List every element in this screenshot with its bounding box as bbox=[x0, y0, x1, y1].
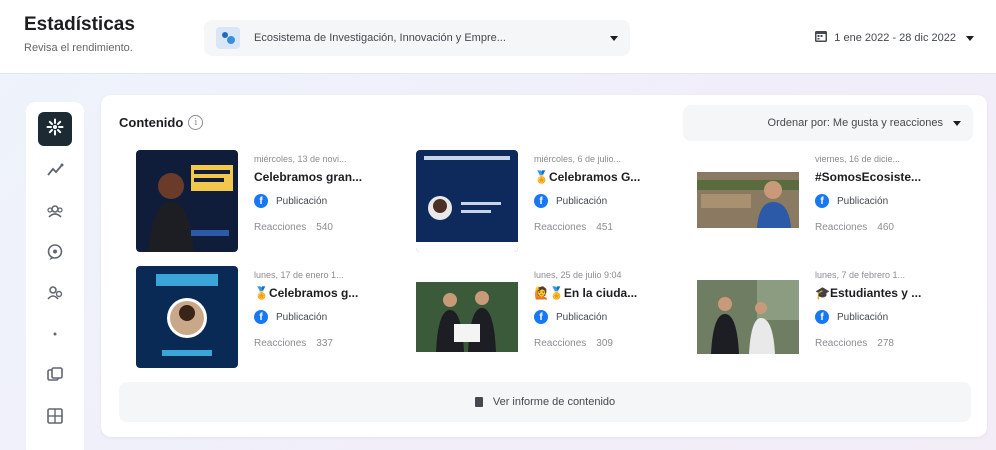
post-thumbnail bbox=[416, 266, 518, 368]
chevron-down-icon bbox=[966, 35, 974, 41]
post-title: 🏅Celebramos G... bbox=[534, 170, 641, 184]
facebook-icon: f bbox=[254, 310, 268, 324]
post-title: 🏅Celebramos g... bbox=[254, 286, 359, 300]
facebook-icon: f bbox=[534, 194, 548, 208]
sidebar-item-grid[interactable] bbox=[40, 403, 70, 433]
content-title-text: Contenido bbox=[119, 115, 184, 130]
post-thumbnail bbox=[136, 266, 238, 368]
post-type: f Publicación bbox=[534, 310, 607, 324]
post-date: lunes, 25 de julio 9:04 bbox=[534, 270, 622, 280]
page-subtitle: Revisa el rendimiento. bbox=[24, 42, 133, 54]
sidebar-item-content[interactable] bbox=[40, 362, 70, 392]
post-reactions: Reacciones 309 bbox=[534, 338, 613, 349]
view-content-report-button[interactable]: Ver informe de contenido bbox=[119, 382, 971, 422]
facebook-icon: f bbox=[815, 194, 829, 208]
account-selector[interactable]: Ecosistema de Investigación, Innovación … bbox=[204, 20, 630, 56]
page-title: Estadísticas bbox=[24, 14, 135, 35]
content-post[interactable]: viernes, 16 de dicie... #SomosEcosiste..… bbox=[697, 150, 957, 254]
content-card: Contenido i Ordenar por: Me gusta y reac… bbox=[101, 95, 987, 437]
chevron-down-icon bbox=[610, 35, 618, 41]
post-thumbnail bbox=[697, 150, 799, 252]
trend-icon bbox=[46, 161, 64, 184]
facebook-icon: f bbox=[815, 310, 829, 324]
grid-icon bbox=[46, 407, 64, 430]
post-title: 🎓Estudiantes y ... bbox=[815, 286, 922, 300]
content-post[interactable]: lunes, 7 de febrero 1... 🎓Estudiantes y … bbox=[697, 266, 957, 370]
account-avatar-icon bbox=[216, 27, 240, 49]
overview-icon bbox=[46, 118, 64, 141]
post-date: miércoles, 6 de julio... bbox=[534, 154, 622, 164]
facebook-icon: f bbox=[254, 194, 268, 208]
sidebar-item-more[interactable] bbox=[40, 321, 70, 351]
date-range-selector[interactable]: 1 ene 2022 - 28 dic 2022 bbox=[808, 20, 980, 56]
calendar-icon bbox=[814, 29, 828, 48]
sidebar-item-people[interactable] bbox=[40, 280, 70, 310]
sort-dropdown[interactable]: Ordenar por: Me gusta y reacciones bbox=[683, 105, 973, 141]
post-date: lunes, 17 de enero 1... bbox=[254, 270, 344, 280]
post-title: 🙋🏅En la ciuda... bbox=[534, 286, 638, 300]
post-reactions: Reacciones 451 bbox=[534, 222, 613, 233]
date-range-text: 1 ene 2022 - 28 dic 2022 bbox=[834, 32, 956, 44]
post-date: miércoles, 13 de novi... bbox=[254, 154, 347, 164]
sidebar-item-audience[interactable] bbox=[40, 198, 70, 228]
post-title: #SomosEcosiste... bbox=[815, 170, 922, 184]
content-icon bbox=[46, 366, 64, 389]
post-thumbnail bbox=[136, 150, 238, 252]
messages-icon bbox=[46, 243, 64, 266]
report-label: Ver informe de contenido bbox=[492, 396, 616, 408]
post-date: lunes, 7 de febrero 1... bbox=[815, 270, 906, 280]
post-reactions: Reacciones 337 bbox=[254, 338, 333, 349]
audience-icon bbox=[46, 202, 64, 225]
document-icon bbox=[474, 397, 483, 407]
post-type: f Publicación bbox=[534, 194, 607, 208]
sidebar-item-results[interactable] bbox=[40, 157, 70, 187]
content-post[interactable]: miércoles, 6 de julio... 🏅Celebramos G..… bbox=[416, 150, 676, 254]
people-icon bbox=[46, 284, 64, 307]
sidebar-nav bbox=[26, 102, 84, 450]
post-reactions: Reacciones 278 bbox=[815, 338, 894, 349]
content-title: Contenido i bbox=[119, 115, 204, 130]
content-post[interactable]: miércoles, 13 de novi... Celebramos gran… bbox=[136, 150, 396, 254]
post-type: f Publicación bbox=[254, 194, 327, 208]
account-name: Ecosistema de Investigación, Innovación … bbox=[254, 32, 506, 44]
post-title: Celebramos gran... bbox=[254, 170, 363, 184]
info-icon[interactable]: i bbox=[188, 115, 204, 130]
top-header: Estadísticas Revisa el rendimiento. Ecos… bbox=[0, 0, 996, 74]
dot-icon bbox=[46, 325, 64, 348]
post-thumbnail bbox=[416, 150, 518, 252]
post-reactions: Reacciones 460 bbox=[815, 222, 894, 233]
post-type: f Publicación bbox=[254, 310, 327, 324]
sort-label: Ordenar por: Me gusta y reacciones bbox=[767, 117, 943, 129]
post-type: f Publicación bbox=[815, 194, 888, 208]
post-thumbnail bbox=[697, 266, 799, 368]
post-reactions: Reacciones 540 bbox=[254, 222, 333, 233]
content-post[interactable]: lunes, 25 de julio 9:04 🙋🏅En la ciuda...… bbox=[416, 266, 676, 370]
content-post[interactable]: lunes, 17 de enero 1... 🏅Celebramos g...… bbox=[136, 266, 396, 370]
post-date: viernes, 16 de dicie... bbox=[815, 154, 901, 164]
chevron-down-icon bbox=[953, 120, 961, 126]
sidebar-item-messages[interactable] bbox=[40, 239, 70, 269]
post-type: f Publicación bbox=[815, 310, 888, 324]
sidebar-item-overview[interactable] bbox=[38, 112, 72, 146]
facebook-icon: f bbox=[534, 310, 548, 324]
